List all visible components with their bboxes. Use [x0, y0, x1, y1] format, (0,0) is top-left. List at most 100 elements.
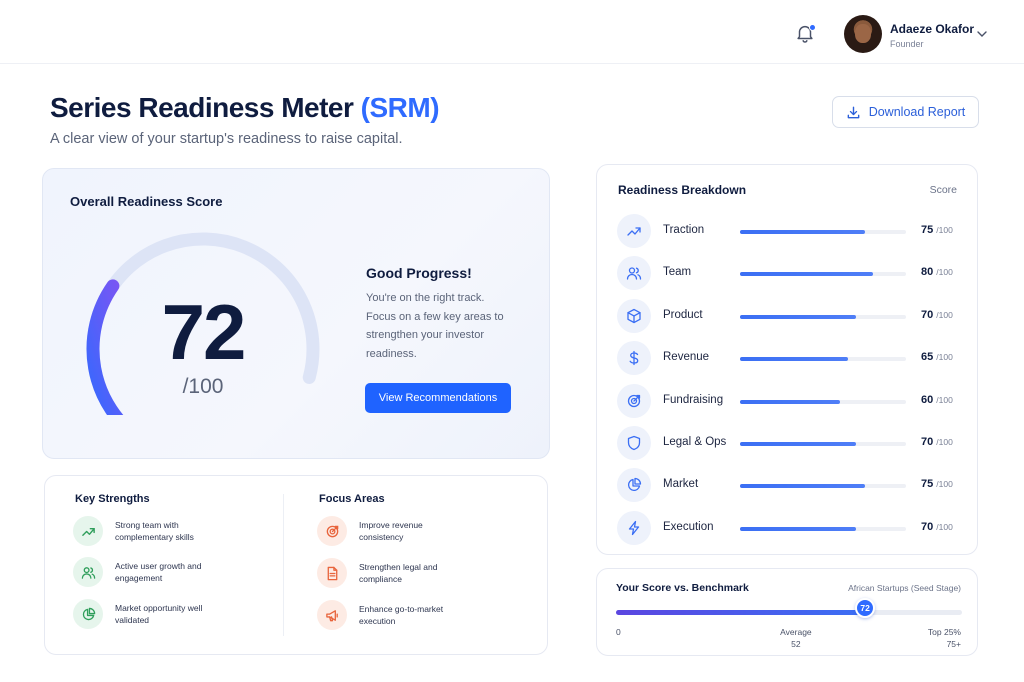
breakdown-bar-fill [740, 484, 865, 489]
overall-score-card: Overall Readiness Score 72 /100 Good Pro… [42, 168, 550, 459]
chevron-down-icon[interactable] [976, 29, 988, 39]
status-text: You're on the right track. Focus on a fe… [366, 292, 504, 360]
breakdown-score: 80 [921, 266, 934, 279]
breakdown-row-legal-ops: Legal & Ops 70/100 [617, 426, 959, 460]
breakdown-title: Readiness Breakdown [618, 183, 747, 197]
score-value: 72 [161, 288, 247, 376]
breakdown-label: Market [663, 478, 699, 491]
strengths-focus-card: Key Strengths Focus Areas Strong team wi… [44, 475, 548, 655]
breakdown-label: Traction [663, 224, 705, 236]
target-icon [617, 383, 651, 418]
breakdown-score: 65 [921, 351, 934, 364]
overall-score-title: Overall Readiness Score [70, 194, 223, 209]
download-report-label: Download Report [868, 105, 966, 119]
focus-item: Enhance go-to-market execution [317, 600, 469, 630]
breakdown-label: Fundraising [663, 393, 724, 406]
breakdown-score-header: Score [929, 184, 957, 196]
benchmark-card: Your Score vs. Benchmark African Startup… [596, 568, 978, 656]
breakdown-value: 60/100 [921, 394, 953, 406]
user-name[interactable]: Adaeze Okafor [890, 22, 974, 36]
breakdown-value: 70/100 [921, 309, 953, 321]
megaphone-icon [317, 600, 347, 630]
strength-text: Active user growth and engagement [115, 560, 202, 584]
breakdown-max: /100 [936, 521, 953, 532]
breakdown-row-product: Product 70/100 [617, 298, 959, 333]
breakdown-bar-fill [740, 442, 857, 446]
breakdown-bar-track [740, 526, 906, 531]
breakdown-score: 70 [921, 308, 934, 321]
breakdown-value: 65/100 [921, 351, 953, 363]
benchmark-min-label: 0 [616, 627, 621, 637]
strength-item: Market opportunity well validated [73, 599, 225, 629]
top-bar: Adaeze Okafor Founder [0, 0, 1024, 64]
breakdown-max: /100 [936, 394, 953, 405]
dollar-icon [617, 341, 651, 376]
breakdown-bar-track [740, 399, 906, 404]
breakdown-row-team: Team 80/100 [617, 256, 959, 291]
breakdown-row-fundraising: Fundraising 60/100 [617, 383, 959, 418]
avatar[interactable] [844, 15, 882, 53]
benchmark-score-marker: 72 [855, 598, 876, 618]
users-icon [73, 557, 103, 587]
breakdown-label: Execution [663, 520, 714, 533]
breakdown-row-revenue: Revenue 65/100 [617, 341, 959, 376]
breakdown-bar-track [740, 314, 906, 319]
breakdown-value: 80/100 [921, 266, 953, 278]
breakdown-value: 70/100 [921, 521, 953, 533]
document-icon [317, 558, 347, 588]
breakdown-label: Product [663, 308, 703, 321]
breakdown-bar-track [740, 272, 906, 277]
cube-icon [617, 298, 651, 333]
focus-item: Strengthen legal and compliance [317, 558, 469, 588]
breakdown-score: 70 [921, 520, 934, 533]
breakdown-bar-fill [740, 399, 840, 404]
status-title: Good Progress! [366, 265, 472, 281]
strength-text: Strong team with complementary skills [115, 519, 194, 543]
breakdown-bar-track [740, 442, 906, 446]
page-title: Series Readiness Meter (SRM) [50, 92, 440, 124]
strength-text: Market opportunity well validated [115, 602, 203, 626]
breakdown-max: /100 [936, 309, 953, 320]
breakdown-bar-fill [740, 272, 873, 277]
key-strengths-title: Key Strengths [75, 493, 150, 505]
focus-text: Enhance go-to-market execution [359, 603, 444, 627]
breakdown-bar-track [740, 484, 906, 489]
benchmark-top: Top 25% 75+ [928, 626, 961, 650]
breakdown-bar-fill [740, 526, 857, 531]
breakdown-max: /100 [936, 352, 953, 363]
focus-item: Improve revenue consistency [317, 516, 469, 546]
trend-up-icon [73, 516, 103, 546]
strength-item: Active user growth and engagement [73, 557, 225, 587]
page-title-accent: (SRM) [360, 92, 440, 123]
strength-item: Strong team with complementary skills [73, 516, 225, 546]
breakdown-row-execution: Execution 70/100 [617, 510, 959, 545]
breakdown-bar-fill [740, 357, 848, 362]
breakdown-value: 75/100 [921, 478, 953, 490]
focus-text: Improve revenue consistency [359, 519, 423, 543]
breakdown-max: /100 [936, 479, 953, 490]
breakdown-label: Revenue [663, 351, 710, 364]
users-icon [617, 256, 651, 291]
benchmark-top-value: 75+ [946, 639, 961, 649]
view-recommendations-button[interactable]: View Recommendations [365, 383, 511, 413]
target-icon [317, 516, 347, 546]
breakdown-score: 75 [921, 224, 934, 236]
breakdown-value: 70/100 [921, 436, 953, 448]
focus-areas-title: Focus Areas [319, 493, 385, 505]
benchmark-top-label: Top 25% [927, 627, 961, 637]
page-title-text: Series Readiness Meter [50, 92, 354, 123]
breakdown-bar-fill [740, 230, 865, 234]
download-report-button[interactable]: Download Report [832, 96, 979, 128]
user-role: Founder [890, 39, 924, 49]
breakdown-score: 75 [921, 478, 934, 491]
bolt-icon [617, 510, 651, 545]
breakdown-score: 70 [921, 436, 934, 448]
column-divider [283, 494, 284, 636]
notification-dot [809, 24, 816, 31]
benchmark-fill [616, 610, 866, 615]
breakdown-max: /100 [936, 437, 953, 447]
focus-text: Strengthen legal and compliance [359, 561, 438, 585]
readiness-breakdown-card: Readiness Breakdown Score Traction 75/100… [596, 164, 978, 555]
breakdown-bar-fill [740, 314, 857, 319]
breakdown-bar-track [740, 357, 906, 362]
